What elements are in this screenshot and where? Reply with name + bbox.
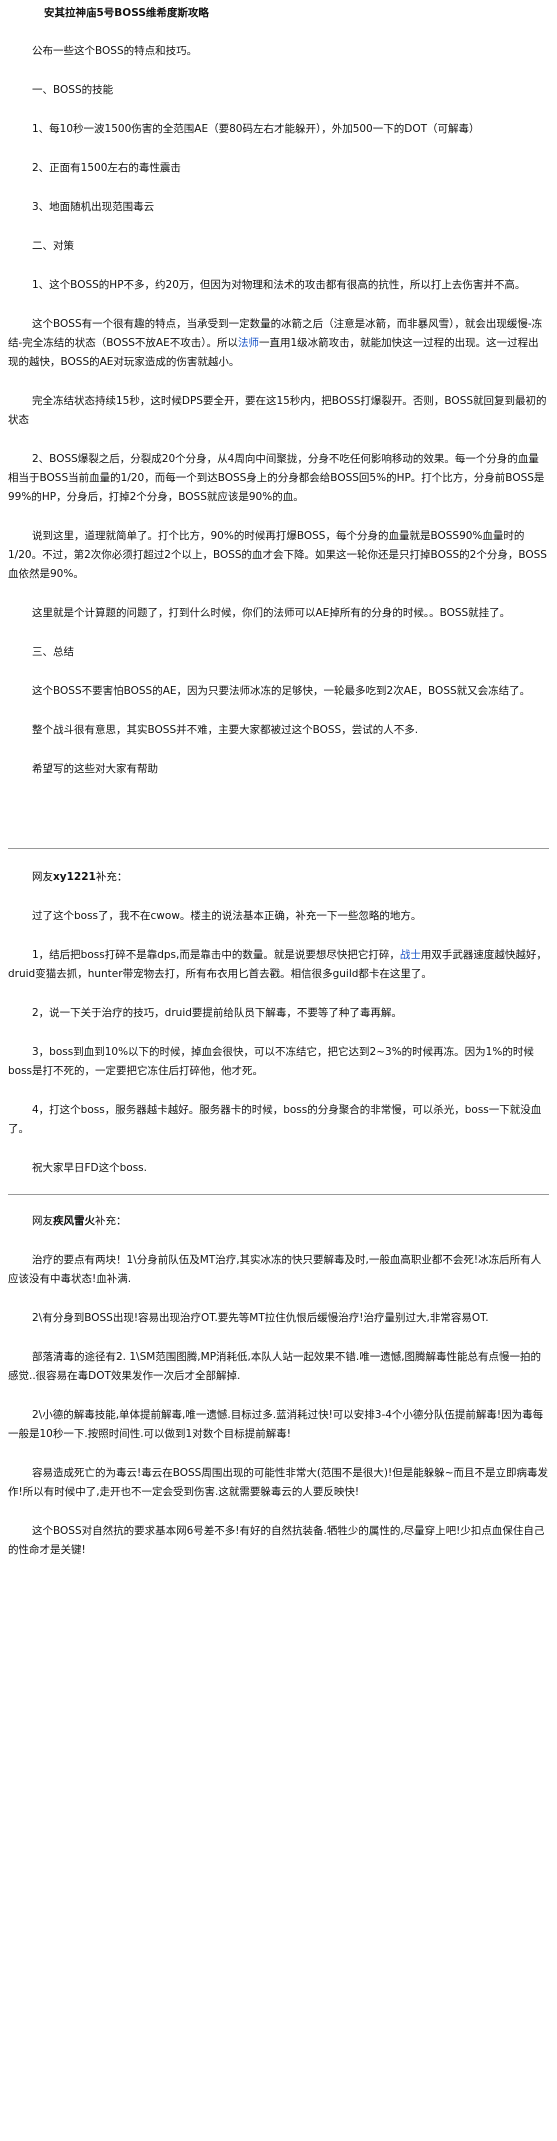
reply-paragraph: 2\小德的解毒技能,单体提前解毒,唯一遗憾.目标过多.蓝消耗过快!可以安排3-4… — [8, 1409, 544, 1440]
summary-2: 整个战斗很有意思，其实BOSS并不难，主要大家都被过这个BOSS，尝试的人不多. — [32, 724, 419, 736]
heading-strategy: 二、对策 — [32, 240, 74, 252]
reply-paragraph: 2\有分身到BOSS出现!容易出现治疗OT.要先等MT拉住仇恨后缓慢治疗!治疗量… — [32, 1312, 489, 1324]
reply-paragraph: 2，说一下关于治疗的技巧，druid要提前给队员下解毒，不要等了种了毒再解。 — [32, 1007, 402, 1019]
author-name: 疾风雷火 — [53, 1215, 95, 1227]
reply-paragraph: 3，boss到血到10%以下的时候，掉血会很快，可以不冻结它，把它达到2~3%的… — [8, 1046, 534, 1077]
divider — [8, 1194, 549, 1195]
author-suffix: 补充： — [95, 1215, 127, 1227]
summary-1: 这个BOSS不要害怕BOSS的AE，因为只要法师冰冻的足够快，一轮最多吃到2次A… — [32, 685, 531, 697]
skill-1: 1、每10秒一波1500伤害的全范围AE（要80码左右才能躲开），外加500一下… — [32, 123, 480, 135]
reply-paragraph: 治疗的要点有两块！1\分身前队伍及MT治疗,其实冰冻的快只要解毒及时,一般血高职… — [8, 1254, 542, 1285]
reply-paragraph: 祝大家早日FD这个boss. — [32, 1162, 147, 1174]
summary-3: 希望写的这些对大家有帮助 — [32, 763, 158, 775]
strategy-5: 说到这里，道理就简单了。打个比方，90%的时候再打爆BOSS，每个分身的血量就是… — [8, 530, 547, 580]
divider — [8, 848, 549, 849]
reply-paragraph: 这个BOSS对自然抗的要求基本网6号差不多!有好的自然抗装备.牺牲少的属性的,尽… — [8, 1525, 545, 1556]
article-title: 安其拉神庙5号BOSS维希度斯攻略 — [44, 7, 209, 19]
strategy-4: 2、BOSS爆裂之后，分裂成20个分身，从4周向中间聚拢，分身不吃任何影响移动的… — [8, 453, 545, 503]
strategy-3: 完全冻结状态持续15秒，这时候DPS要全开，要在这15秒内，把BOSS打爆裂开。… — [8, 395, 547, 426]
author-prefix: 网友 — [32, 871, 53, 883]
reply-xy1221: 网友xy1221补充： 过了这个boss了，我不在cwow。楼主的说法基本正确，… — [8, 868, 549, 1178]
reply-author: 网友疾风雷火补充： — [8, 1212, 549, 1231]
heading-skills: 一、BOSS的技能 — [32, 84, 114, 96]
strategy-6: 这里就是个计算题的问题了，打到什么时候，你们的法师可以AE掉所有的分身的时候。。… — [32, 607, 511, 619]
intro-text: 公布一些这个BOSS的特点和技巧。 — [32, 45, 198, 57]
author-name: xy1221 — [53, 871, 96, 883]
skill-3: 3、地面随机出现范围毒云 — [32, 201, 155, 213]
main-post: 安其拉神庙5号BOSS维希度斯攻略 公布一些这个BOSS的特点和技巧。 一、BO… — [8, 0, 549, 779]
warrior-link[interactable]: 战士 — [400, 949, 421, 961]
reply-paragraph: 过了这个boss了，我不在cwow。楼主的说法基本正确，补充一下一些忽略的地方。 — [32, 910, 422, 922]
reply-paragraph: 容易造成死亡的为毒云!毒云在BOSS周围出现的可能性非常大(范围不是很大)!但是… — [8, 1467, 549, 1498]
article: 安其拉神庙5号BOSS维希度斯攻略 公布一些这个BOSS的特点和技巧。 一、BO… — [0, 0, 557, 2141]
reply-paragraph: 部落清毒的途径有2. 1\SM范围图腾,MP消耗低,本队人站一起效果不错.唯一遗… — [8, 1351, 542, 1382]
reply-paragraph: 1，结后把boss打碎不是靠dps,而是靠击中的数量。就是说要想尽快把它打碎，战… — [8, 946, 549, 984]
heading-summary: 三、总结 — [32, 646, 74, 658]
mage-link[interactable]: 法师 — [238, 337, 259, 349]
author-suffix: 补充： — [95, 871, 128, 883]
reply-text-a: 1，结后把boss打碎不是靠dps,而是靠击中的数量。就是说要想尽快把它打碎， — [32, 949, 400, 961]
reply-jifengleihuo: 网友疾风雷火补充： 治疗的要点有两块！1\分身前队伍及MT治疗,其实冰冻的快只要… — [8, 1212, 549, 1560]
author-prefix: 网友 — [32, 1215, 53, 1227]
strategy-1: 1、这个BOSS的HP不多，约20万，但因为对物理和法术的攻击都有很高的抗性，所… — [32, 279, 526, 291]
strategy-2: 这个BOSS有一个很有趣的特点，当承受到一定数量的冰箭之后（注意是冰箭，而非暴风… — [8, 315, 549, 372]
reply-paragraph: 4，打这个boss，服务器越卡越好。服务器卡的时候，boss的分身聚合的非常慢，… — [8, 1104, 542, 1135]
skill-2: 2、正面有1500左右的毒性震击 — [32, 162, 181, 174]
reply-author: 网友xy1221补充： — [8, 868, 549, 887]
